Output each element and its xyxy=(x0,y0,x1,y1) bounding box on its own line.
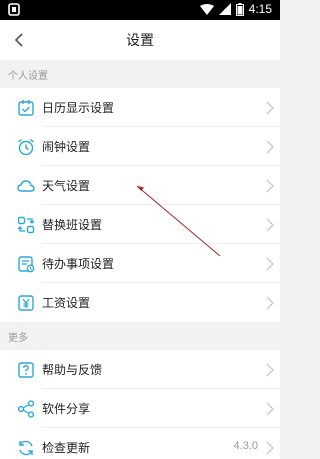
share-icon xyxy=(16,399,36,419)
settings-item-share[interactable]: 软件分享 xyxy=(0,389,280,428)
settings-item-weather[interactable]: 天气设置 xyxy=(0,166,280,205)
section-more: 更多 xyxy=(0,322,280,350)
signal-icon xyxy=(218,3,231,15)
status-bar: 4:15 xyxy=(0,0,280,20)
chevron-right-icon xyxy=(266,101,274,115)
help-icon xyxy=(16,360,36,380)
chevron-right-icon xyxy=(266,140,274,154)
settings-item-update[interactable]: 检查更新 4.3.0 xyxy=(0,428,280,459)
section-personal: 个人设置 xyxy=(0,60,280,88)
settings-item-shift[interactable]: 替换班设置 xyxy=(0,205,280,244)
page-title: 设置 xyxy=(126,33,154,49)
alarm-clock-icon xyxy=(16,137,36,157)
settings-item-label: 替换班设置 xyxy=(42,218,103,232)
settings-item-calendar[interactable]: 日历显示设置 xyxy=(0,88,280,127)
settings-item-salary[interactable]: 工资设置 xyxy=(0,283,280,322)
chevron-right-icon xyxy=(266,402,274,416)
settings-item-label: 闹钟设置 xyxy=(42,140,91,154)
chevron-right-icon xyxy=(266,363,274,377)
calendar-icon xyxy=(16,98,36,118)
battery-icon xyxy=(235,2,244,16)
settings-item-label: 待办事项设置 xyxy=(42,257,115,271)
status-time: 4:15 xyxy=(248,2,272,16)
chevron-right-icon xyxy=(266,257,274,271)
section-more-label: 更多 xyxy=(8,333,28,344)
chevron-right-icon xyxy=(266,179,274,193)
chevron-right-icon xyxy=(266,218,274,232)
wifi-icon xyxy=(199,3,214,15)
settings-item-todo[interactable]: 待办事项设置 xyxy=(0,244,280,283)
settings-item-label: 日历显示设置 xyxy=(42,101,115,115)
notification-icon xyxy=(8,3,20,16)
settings-item-label: 检查更新 xyxy=(42,441,91,455)
swap-shift-icon xyxy=(16,215,36,235)
settings-item-label: 软件分享 xyxy=(42,402,91,416)
chevron-right-icon xyxy=(266,296,274,310)
settings-item-label: 工资设置 xyxy=(42,296,91,310)
settings-item-label: 帮助与反馈 xyxy=(42,363,103,377)
settings-item-label: 天气设置 xyxy=(42,179,91,193)
app-version: 4.3.0 xyxy=(233,440,258,452)
todo-list-icon xyxy=(16,254,36,274)
cloud-icon xyxy=(16,176,36,196)
settings-item-alarm[interactable]: 闹钟设置 xyxy=(0,127,280,166)
settings-item-help[interactable]: 帮助与反馈 xyxy=(0,350,280,389)
section-personal-label: 个人设置 xyxy=(8,71,48,82)
salary-yen-icon xyxy=(16,293,36,313)
refresh-icon xyxy=(16,438,36,458)
chevron-right-icon xyxy=(266,441,274,455)
app-bar: 设置 xyxy=(0,20,280,60)
